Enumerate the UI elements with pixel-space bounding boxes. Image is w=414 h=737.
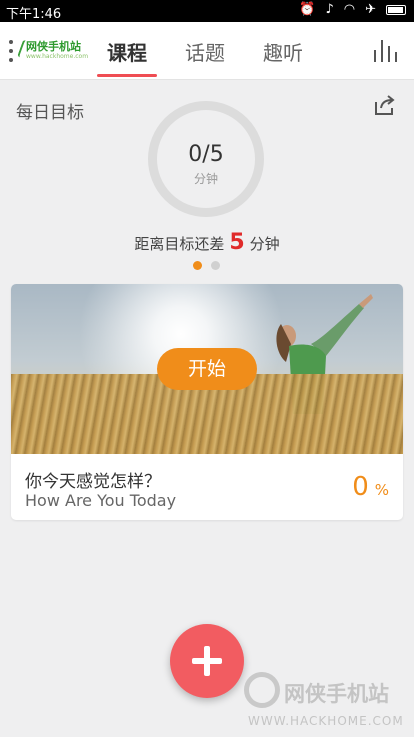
remaining-number: 5 bbox=[229, 230, 245, 255]
remaining-text: 距离目标还差 5 分钟 bbox=[0, 230, 414, 255]
card-subtitle: How Are You Today bbox=[25, 491, 177, 510]
logo-text: 网侠手机站 bbox=[26, 40, 81, 53]
watermark-url: WWW.HACKHOME.COM bbox=[248, 714, 404, 728]
battery-icon bbox=[386, 4, 406, 15]
lesson-image: 开始 bbox=[11, 284, 403, 454]
lesson-card[interactable]: 开始 你今天感觉怎样？ How Are You Today 0% bbox=[11, 284, 403, 520]
app-bar: 网侠手机站 www.hackhome.com 课程 话题 趣听 bbox=[0, 22, 414, 80]
status-time: 下午1:46 bbox=[6, 7, 62, 22]
app-logo: 网侠手机站 www.hackhome.com bbox=[17, 36, 88, 66]
page-dot-active[interactable] bbox=[193, 261, 202, 270]
watermark-logo bbox=[244, 672, 280, 708]
status-icons: ⏰ ♪ ◠ ✈ bbox=[299, 2, 406, 17]
remaining-prefix: 距离目标还差 bbox=[134, 235, 225, 253]
add-button[interactable] bbox=[170, 624, 244, 698]
menu-icon[interactable] bbox=[8, 40, 14, 62]
card-progress-unit: % bbox=[374, 481, 389, 499]
card-title: 你今天感觉怎样？ bbox=[25, 472, 161, 492]
logo-sub: www.hackhome.com bbox=[26, 53, 89, 60]
wifi-icon: ◠ bbox=[343, 2, 356, 17]
page-dot[interactable] bbox=[211, 261, 220, 270]
progress-unit: 分钟 bbox=[193, 172, 218, 186]
card-progress-value: 0 bbox=[352, 472, 369, 502]
progress-value: 0/5 bbox=[188, 142, 224, 167]
tab-courses[interactable]: 课程 bbox=[107, 37, 147, 66]
mute-icon: ♪ bbox=[325, 2, 334, 17]
active-tab-indicator bbox=[97, 74, 157, 77]
status-bar: 下午1:46 ⏰ ♪ ◠ ✈ bbox=[0, 0, 414, 22]
stats-icon[interactable] bbox=[372, 38, 400, 62]
tab-listening[interactable]: 趣听 bbox=[263, 37, 303, 66]
alarm-icon: ⏰ bbox=[299, 2, 316, 17]
airplane-icon: ✈ bbox=[365, 2, 376, 17]
card-progress: 0% bbox=[352, 472, 389, 502]
remaining-suffix: 分钟 bbox=[249, 235, 280, 253]
tab-topics[interactable]: 话题 bbox=[185, 37, 225, 66]
daily-goal-label: 每日目标 bbox=[16, 103, 84, 123]
share-icon[interactable] bbox=[372, 92, 398, 118]
watermark: 网侠手机站 WWW.HACKHOME.COM bbox=[244, 670, 414, 734]
start-button[interactable]: 开始 bbox=[157, 348, 257, 390]
watermark-name: 网侠手机站 bbox=[284, 682, 389, 706]
